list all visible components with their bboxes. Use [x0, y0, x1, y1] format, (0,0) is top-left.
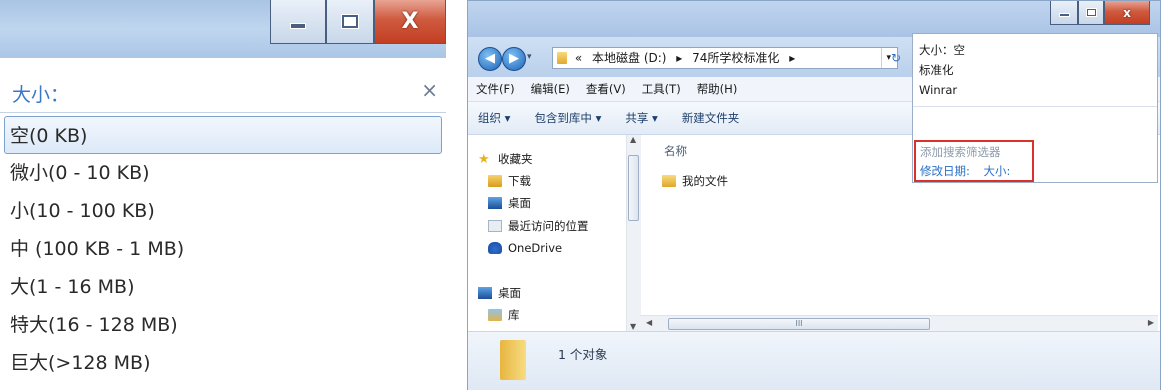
close-icon: x	[1123, 5, 1131, 20]
downloads-folder-icon	[488, 175, 502, 187]
nav-downloads[interactable]: 下载	[488, 173, 531, 189]
nav-desktop-root-label: 桌面	[498, 286, 521, 300]
suggestion-item[interactable]: 大小：空	[919, 42, 965, 58]
onedrive-icon	[488, 242, 502, 254]
scroll-grip: III	[795, 319, 803, 328]
folder-name: 我的文件	[682, 174, 728, 188]
library-icon	[488, 309, 502, 321]
navigation-pane: ★ 收藏夹 下载 桌面 最近访问的位置 OneDrive 桌面 库	[468, 135, 640, 331]
suggestion-divider	[913, 106, 1157, 107]
search-suggestions-dropdown: 大小：空 标准化 Winrar 添加搜索筛选器 修改日期: 大小:	[912, 33, 1158, 183]
nav-library-label: 库	[508, 308, 520, 322]
breadcrumb-drive[interactable]: 本地磁盘 (D:)	[592, 51, 666, 65]
star-icon: ★	[478, 151, 490, 167]
folder-icon	[662, 175, 676, 187]
explorer-window: x ◀ ▶ ▾ « 本地磁盘 (D:) ▸ 74所学校标准化 ▸ ▾ ↻ ⚲ 文…	[467, 0, 1161, 390]
suggestion-item[interactable]: 标准化	[919, 62, 954, 78]
nav-recent-label: 最近访问的位置	[508, 219, 589, 233]
nav-library[interactable]: 库	[488, 307, 520, 323]
content-horizontal-scrollbar[interactable]: ◀ III ▶	[640, 315, 1158, 332]
recent-pages-icon[interactable]: ▾	[527, 52, 532, 62]
menu-item[interactable]: 编辑(E)	[531, 82, 570, 96]
size-options-list: 空(0 KB) 微小(0 - 10 KB) 小(10 - 100 KB) 中 (100…	[0, 116, 446, 382]
toolbar-button[interactable]: 共享 ▾	[625, 111, 657, 125]
menu-item[interactable]: 查看(V)	[586, 82, 626, 96]
size-filter-label: 大小：	[12, 84, 70, 106]
window-titlebar: X	[0, 0, 446, 58]
desktop-icon	[488, 197, 502, 209]
details-pane: 1 个对象	[468, 331, 1160, 390]
toolbar-button[interactable]: 包含到库中 ▾	[534, 111, 601, 125]
menu-item[interactable]: 工具(T)	[642, 82, 681, 96]
object-count: 1 个对象	[558, 347, 608, 362]
filter-size[interactable]: 大小:	[984, 164, 1011, 178]
minimize-icon	[290, 22, 306, 29]
explorer-minimize-button[interactable]	[1050, 1, 1078, 25]
suggestion-item[interactable]: Winrar	[919, 83, 957, 97]
breadcrumb-separator-2[interactable]: ▸	[789, 51, 795, 65]
scroll-left-icon[interactable]: ◀	[646, 318, 652, 327]
folder-large-icon	[500, 340, 526, 380]
address-box[interactable]: « 本地磁盘 (D:) ▸ 74所学校标准化 ▸ ▾	[552, 47, 898, 69]
close-button[interactable]: X	[374, 0, 446, 44]
nav-onedrive-label: OneDrive	[508, 241, 563, 255]
toolbar-button[interactable]: 新建文件夹	[682, 111, 740, 125]
size-option[interactable]: 特大(16 - 128 MB)	[0, 306, 446, 344]
explorer-titlebar: x	[468, 1, 1160, 37]
breadcrumb-folder[interactable]: 74所学校标准化	[692, 51, 779, 65]
scroll-up-icon[interactable]: ▲	[630, 135, 636, 144]
size-option[interactable]: 巨大(>128 MB)	[0, 344, 446, 382]
horizontal-scroll-thumb[interactable]: III	[668, 318, 930, 330]
breadcrumb-separator[interactable]: ▸	[676, 51, 682, 65]
close-icon: X	[401, 9, 419, 34]
nav-vertical-scrollbar[interactable]: ▲ ▼	[626, 135, 641, 331]
maximize-icon	[1086, 9, 1096, 16]
size-option[interactable]: 中 (100 KB - 1 MB)	[0, 230, 446, 268]
nav-scroll-thumb[interactable]	[628, 155, 639, 221]
minimize-button[interactable]	[270, 0, 326, 44]
clear-filter-icon[interactable]: ×	[421, 78, 438, 102]
menu-item[interactable]: 文件(F)	[476, 82, 515, 96]
nav-desktop[interactable]: 桌面	[488, 195, 531, 211]
nav-favorites-label: 收藏夹	[498, 152, 533, 166]
nav-recent[interactable]: 最近访问的位置	[488, 218, 589, 234]
filter-modified-date[interactable]: 修改日期:	[920, 164, 970, 178]
search-filter-highlight: 添加搜索筛选器 修改日期: 大小:	[914, 140, 1034, 182]
toolbar-button[interactable]: 组织 ▾	[478, 111, 510, 125]
maximize-button[interactable]	[326, 0, 374, 44]
size-option[interactable]: 小(10 - 100 KB)	[0, 192, 446, 230]
desktop-icon	[478, 287, 492, 299]
minimize-icon	[1058, 13, 1070, 17]
size-filter-panel: X 大小： × 空(0 KB) 微小(0 - 10 KB) 小(10 - 100 K…	[0, 0, 446, 390]
nav-desktop-root[interactable]: 桌面	[478, 285, 521, 301]
nav-onedrive[interactable]: OneDrive	[488, 241, 562, 255]
maximize-icon	[342, 15, 358, 28]
column-header-name[interactable]: 名称	[664, 143, 687, 159]
search-filter-links: 修改日期: 大小:	[920, 163, 1020, 179]
refresh-icon: ↻	[890, 51, 902, 65]
forward-button[interactable]: ▶	[502, 47, 526, 71]
file-list-pane: 名称 我的文件	[640, 135, 908, 315]
size-option[interactable]: 大(1 - 16 MB)	[0, 268, 446, 306]
scroll-right-icon[interactable]: ▶	[1148, 318, 1154, 327]
explorer-close-button[interactable]: x	[1104, 1, 1150, 25]
refresh-button[interactable]: ↻	[881, 48, 910, 68]
size-filter-header: 大小： ×	[0, 74, 446, 113]
explorer-maximize-button[interactable]	[1078, 1, 1104, 25]
breadcrumb-chevrons[interactable]: «	[575, 51, 582, 65]
search-filter-title: 添加搜索筛选器	[920, 145, 1001, 159]
nav-downloads-label: 下载	[508, 174, 531, 188]
nav-favorites[interactable]: ★ 收藏夹	[478, 151, 533, 167]
caption-buttons: X	[270, 0, 446, 44]
nav-desktop-label: 桌面	[508, 196, 531, 210]
size-option[interactable]: 微小(0 - 10 KB)	[0, 154, 446, 192]
back-button[interactable]: ◀	[478, 47, 502, 71]
scroll-down-icon[interactable]: ▼	[630, 322, 636, 331]
folder-icon	[557, 52, 567, 64]
recent-places-icon	[488, 220, 502, 232]
size-option[interactable]: 空(0 KB)	[4, 116, 442, 154]
menu-item[interactable]: 帮助(H)	[697, 82, 738, 96]
explorer-caption-buttons: x	[1050, 1, 1150, 25]
folder-item[interactable]: 我的文件	[662, 173, 728, 189]
